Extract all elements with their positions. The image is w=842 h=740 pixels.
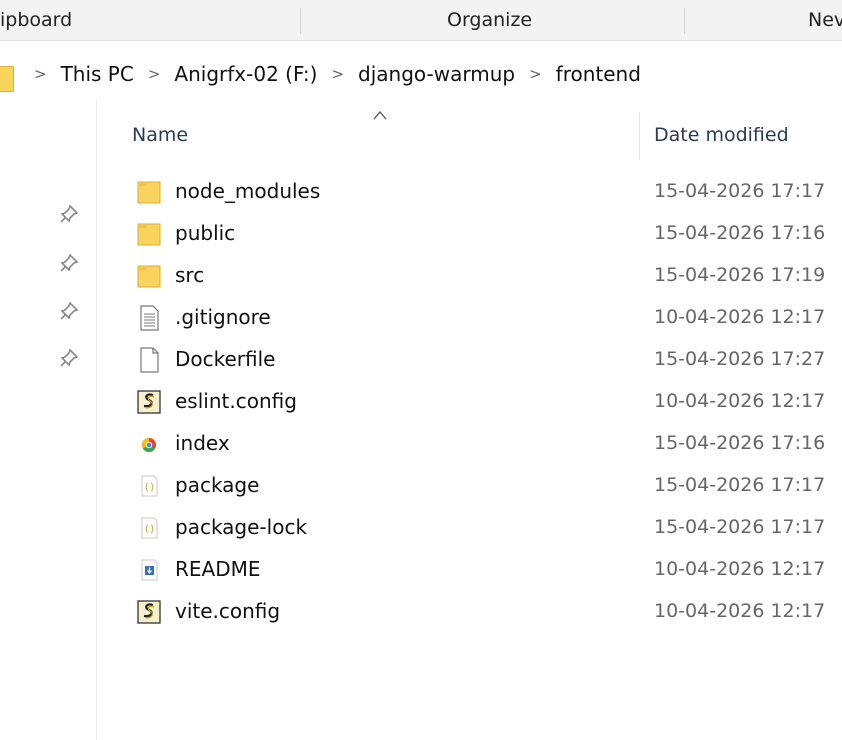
list-item[interactable]: package-lock 15-04-2026 17:17 (0, 507, 842, 549)
list-item[interactable]: index 15-04-2026 17:16 (0, 423, 842, 465)
list-item[interactable]: public 15-04-2026 17:16 (0, 213, 842, 255)
list-item[interactable]: package 15-04-2026 17:17 (0, 465, 842, 507)
file-date-modified: 15-04-2026 17:17 (654, 180, 826, 202)
file-date-modified: 15-04-2026 17:17 (654, 516, 826, 538)
file-date-modified: 10-04-2026 12:17 (654, 306, 826, 328)
folder-icon (137, 181, 161, 204)
text-file-icon (140, 305, 159, 331)
file-name: package (175, 473, 260, 497)
sort-ascending-icon (373, 110, 387, 120)
file-date-modified: 10-04-2026 12:17 (654, 600, 826, 622)
file-name: README (175, 557, 261, 581)
address-bar[interactable]: > This PC > Anigrfx-02 (F:) > django-war… (0, 46, 842, 102)
chevron-right-icon[interactable]: > (529, 65, 542, 83)
chevron-right-icon[interactable]: > (34, 65, 47, 83)
file-date-modified: 15-04-2026 17:27 (654, 348, 826, 370)
json-file-icon (141, 517, 158, 539)
file-date-modified: 15-04-2026 17:16 (654, 432, 826, 454)
ribbon-divider (300, 8, 301, 34)
list-item[interactable]: .gitignore 10-04-2026 12:17 (0, 297, 842, 339)
file-name: .gitignore (175, 305, 271, 329)
script-file-icon (137, 600, 161, 624)
list-item[interactable]: vite.config 10-04-2026 12:17 (0, 591, 842, 633)
markdown-file-icon (141, 559, 158, 581)
chevron-right-icon[interactable]: > (148, 65, 161, 83)
file-name: vite.config (175, 599, 281, 623)
folder-icon (137, 223, 161, 246)
blank-file-icon (140, 347, 159, 373)
file-name: index (175, 431, 230, 455)
ribbon-group-new: Nev (808, 9, 842, 31)
breadcrumb-django-warmup[interactable]: django-warmup (358, 62, 515, 86)
chevron-right-icon[interactable]: > (331, 65, 344, 83)
file-name: eslint.config (175, 389, 297, 413)
file-name: Dockerfile (175, 347, 276, 371)
list-item[interactable]: Dockerfile 15-04-2026 17:27 (0, 339, 842, 381)
file-date-modified: 15-04-2026 17:17 (654, 474, 826, 496)
breadcrumb-drive[interactable]: Anigrfx-02 (F:) (174, 62, 317, 86)
column-header-name[interactable]: Name (132, 118, 188, 162)
list-item[interactable]: node_modules 15-04-2026 17:17 (0, 171, 842, 213)
file-date-modified: 15-04-2026 17:16 (654, 222, 826, 244)
script-file-icon (137, 390, 161, 414)
ribbon-group-clipboard: ipboard (0, 9, 73, 31)
ribbon-group-organize: Organize (447, 9, 533, 31)
folder-icon (137, 265, 161, 288)
folder-icon (0, 66, 14, 92)
file-date-modified: 10-04-2026 12:17 (654, 558, 826, 580)
chrome-html-icon (141, 437, 156, 453)
json-file-icon (141, 475, 158, 497)
column-divider[interactable] (639, 112, 640, 160)
list-item[interactable]: src 15-04-2026 17:19 (0, 255, 842, 297)
file-name: node_modules (175, 179, 321, 203)
file-date-modified: 10-04-2026 12:17 (654, 390, 826, 412)
file-list: node_modules 15-04-2026 17:17 public 15-… (0, 171, 842, 633)
ribbon-group-labels: ipboard Organize Nev (0, 0, 842, 41)
list-item[interactable]: README 10-04-2026 12:17 (0, 549, 842, 591)
file-name: src (175, 263, 205, 287)
breadcrumb-frontend[interactable]: frontend (556, 62, 641, 86)
list-item[interactable]: eslint.config 10-04-2026 12:17 (0, 381, 842, 423)
file-date-modified: 15-04-2026 17:19 (654, 264, 826, 286)
column-header-date-modified[interactable]: Date modified (654, 118, 789, 162)
file-name: public (175, 221, 236, 245)
ribbon-divider (684, 8, 685, 34)
breadcrumb-this-pc[interactable]: This PC (61, 62, 134, 86)
file-name: package-lock (175, 515, 308, 539)
breadcrumb: > This PC > Anigrfx-02 (F:) > django-war… (34, 62, 641, 86)
